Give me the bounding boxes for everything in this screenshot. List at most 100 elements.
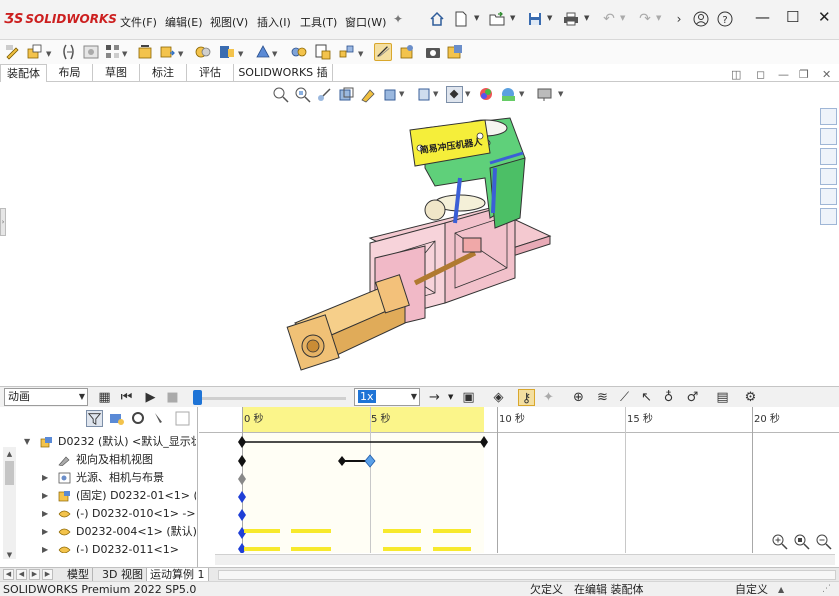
move-component-icon[interactable] xyxy=(158,43,176,61)
exploded-view-icon[interactable] xyxy=(338,43,356,61)
key-root-end[interactable] xyxy=(480,436,488,448)
study-type-select[interactable]: 动画 ▼ xyxy=(4,388,88,406)
chevron-down-icon[interactable]: ▼ xyxy=(465,90,470,98)
chevron-down-icon[interactable]: ▼ xyxy=(474,14,479,22)
pane-restore-icon[interactable]: ❐ xyxy=(799,68,809,81)
chevron-down-icon[interactable]: ▼ xyxy=(558,90,563,98)
restore-previous-icon[interactable]: ◫ xyxy=(731,68,741,81)
tree-row-component-010[interactable]: ▶ (-) D0232-010<1> ->x (默 xyxy=(0,505,196,523)
minimize-icon[interactable]: — xyxy=(755,8,770,26)
next-tab-icon[interactable]: ▶ xyxy=(29,569,40,580)
assembly-features-icon[interactable] xyxy=(218,43,236,61)
bottom-scrollbar[interactable] xyxy=(218,570,836,580)
play-icon[interactable]: ▶ xyxy=(142,389,159,406)
animation-wizard-icon[interactable]: ◈ xyxy=(490,389,507,406)
tab-layout[interactable]: 布局 xyxy=(47,64,93,82)
section-view-icon[interactable] xyxy=(338,86,355,103)
close-icon[interactable]: ✕ xyxy=(818,8,831,26)
chevron-down-icon[interactable]: ▼ xyxy=(433,90,438,98)
previous-view-icon[interactable] xyxy=(316,86,333,103)
tab-solidworks-addins[interactable]: SOLIDWORKS 插件 xyxy=(234,64,333,96)
key-component-01[interactable] xyxy=(238,491,246,503)
filter-results-icon[interactable] xyxy=(174,410,191,427)
chevron-down-icon[interactable]: ▼ xyxy=(584,14,589,22)
zoom-in-timeline-icon[interactable] xyxy=(771,533,789,551)
print-icon[interactable] xyxy=(562,10,580,28)
playback-speed-select[interactable]: 1x ▼ xyxy=(354,388,420,406)
playback-slider-thumb[interactable] xyxy=(193,390,202,405)
maximize-icon[interactable]: ☐ xyxy=(786,8,799,26)
menu-tools[interactable]: 工具(T) xyxy=(300,14,337,30)
component-preview-icon[interactable] xyxy=(82,43,100,61)
help-icon[interactable]: ? xyxy=(716,10,734,28)
save-animation-icon[interactable]: ▣ xyxy=(460,389,477,406)
insert-components-icon[interactable] xyxy=(26,43,44,61)
contact-icon[interactable]: ♁ xyxy=(660,389,677,406)
filter-icon[interactable] xyxy=(86,410,103,427)
redo-icon[interactable]: ↷ xyxy=(636,10,654,28)
timeline-ruler[interactable]: 0 秒 5 秒 10 秒 15 秒 20 秒 xyxy=(199,407,839,433)
take-snapshot-icon[interactable] xyxy=(424,43,442,61)
chevron-down-icon[interactable]: ▼ xyxy=(122,50,127,58)
timeline-scrollbar[interactable] xyxy=(215,554,835,565)
linear-pattern-icon[interactable] xyxy=(104,43,122,61)
chevron-right-icon[interactable]: ▶ xyxy=(42,523,48,541)
tree-row-views-cameras[interactable]: 视向及相机视图 xyxy=(0,451,196,469)
custom-properties-icon[interactable] xyxy=(820,208,837,225)
chevron-down-icon[interactable]: ▼ xyxy=(399,90,404,98)
edit-appearance-icon[interactable] xyxy=(478,86,495,103)
autokey-icon[interactable]: ⚷ xyxy=(518,389,535,406)
chevron-down-icon[interactable]: ▼ xyxy=(272,50,277,58)
key-views[interactable] xyxy=(238,455,246,467)
view-orientation-icon[interactable] xyxy=(382,86,399,103)
chevron-down-icon[interactable]: ▼ xyxy=(24,433,30,451)
reference-geometry-icon[interactable] xyxy=(254,43,272,61)
prev-tab-icon[interactable]: ◀ xyxy=(16,569,27,580)
tab-model[interactable]: 模型 xyxy=(64,568,93,582)
play-from-start-icon[interactable]: ⏮ xyxy=(118,389,135,406)
motion-timeline[interactable]: 0 秒 5 秒 10 秒 15 秒 20 秒 xyxy=(199,407,839,567)
key-root-start[interactable] xyxy=(238,436,246,448)
resize-grip-icon[interactable]: ⋰ xyxy=(822,582,831,596)
file-explorer-icon[interactable] xyxy=(820,148,837,165)
key-component-010[interactable] xyxy=(238,509,246,521)
instant3d-icon[interactable] xyxy=(374,43,392,61)
zoom-to-fit-timeline-icon[interactable] xyxy=(793,533,811,551)
tab-3d-views[interactable]: 3D 视图 xyxy=(99,568,147,582)
tree-row-component-01[interactable]: ▶ (固定) D0232-01<1> (默认 xyxy=(0,487,196,505)
display-style-icon[interactable] xyxy=(416,86,433,103)
tree-row-root-assembly[interactable]: ▼ D0232 (默认) <默认_显示状态 xyxy=(0,433,196,451)
show-hidden-components-icon[interactable] xyxy=(194,43,212,61)
chevron-down-icon[interactable]: ▼ xyxy=(620,14,625,22)
menu-insert[interactable]: 插入(I) xyxy=(257,14,291,30)
menu-window[interactable]: 窗口(W) xyxy=(345,14,386,30)
first-tab-icon[interactable]: ◀ xyxy=(3,569,14,580)
design-library-icon[interactable] xyxy=(820,128,837,145)
smart-fasteners-icon[interactable] xyxy=(136,43,154,61)
key-view-start[interactable] xyxy=(338,456,346,466)
robot-model[interactable]: 简易冲压机器人 xyxy=(285,108,565,388)
stop-icon[interactable]: ■ xyxy=(164,389,181,406)
account-icon[interactable] xyxy=(692,10,710,28)
tree-row-component-004[interactable]: ▶ D0232-004<1> (默认) << xyxy=(0,523,196,541)
menu-view[interactable]: 视图(V) xyxy=(210,14,248,30)
zoom-to-area-icon[interactable] xyxy=(294,86,311,103)
new-motion-study-icon[interactable] xyxy=(290,43,308,61)
hide-show-items-icon[interactable] xyxy=(446,86,463,103)
pane-minimize-icon[interactable]: — xyxy=(778,68,789,81)
chevron-right-icon[interactable]: ▶ xyxy=(42,469,48,487)
large-assembly-mode-icon[interactable] xyxy=(446,43,464,61)
keyframe-layer[interactable] xyxy=(199,433,839,553)
tab-motion-study-1[interactable]: 运动算例 1 xyxy=(147,568,209,582)
dynamic-annotation-icon[interactable] xyxy=(360,86,377,103)
key-lights[interactable] xyxy=(238,473,246,485)
solidworks-logo[interactable]: ƷS SOLIDWORKS xyxy=(4,12,117,27)
home-icon[interactable] xyxy=(428,10,446,28)
damper-icon[interactable]: ⟋ xyxy=(616,389,633,406)
tab-evaluate[interactable]: 评估 xyxy=(187,64,234,82)
last-tab-icon[interactable]: ▶ xyxy=(42,569,53,580)
view-settings-icon[interactable] xyxy=(536,86,553,103)
gravity-icon[interactable]: ♂ xyxy=(684,389,701,406)
chevron-down-icon[interactable]: ▼ xyxy=(510,14,515,22)
zoom-to-fit-icon[interactable] xyxy=(272,86,289,103)
